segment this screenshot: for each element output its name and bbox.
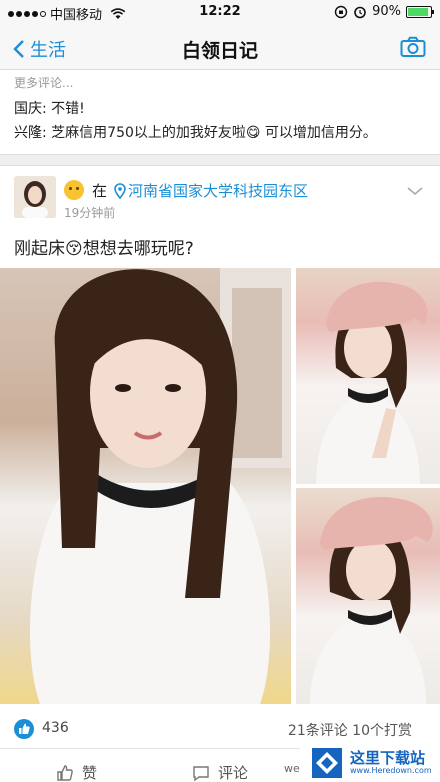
back-label: 生活	[30, 40, 66, 61]
comment-bubble-icon	[193, 765, 209, 781]
like-label: 赞	[82, 764, 98, 782]
watermark-name: 这里下载站	[350, 749, 426, 767]
rotation-lock-icon	[334, 5, 348, 18]
location-label: 河南省国家大学科技园东区	[128, 182, 309, 200]
comment-item: 兴隆: 芝麻信用750以上的加我好友啦😋 可以增加信用分。	[14, 122, 377, 142]
watermark-logo	[312, 748, 342, 778]
like-button[interactable]: 赞	[56, 762, 97, 782]
chevron-left-icon	[13, 40, 24, 58]
like-count: 436	[42, 720, 69, 736]
comment-item: 国庆: 不错!	[14, 98, 85, 118]
thumbs-up-outline-icon	[57, 764, 73, 781]
avatar[interactable]	[14, 176, 56, 218]
camera-icon[interactable]	[400, 36, 426, 58]
post-location[interactable]: 河南省国家大学科技园东区	[114, 180, 308, 201]
battery-percent: 90%	[372, 4, 401, 19]
comment-tip-stats[interactable]: 21条评论 10个打赏	[288, 720, 412, 740]
comment-text: 不错!	[46, 101, 85, 117]
chevron-down-icon[interactable]	[406, 186, 424, 196]
comment-author[interactable]: 兴隆:	[14, 125, 47, 141]
status-right: 90%	[334, 4, 434, 19]
watermark-url: www.Heredown.com	[350, 766, 432, 775]
previous-post-comments: 更多评论... 国庆: 不错! 兴隆: 芝麻信用750以上的加我好友啦😋 可以增…	[0, 70, 440, 154]
comment-button[interactable]: 评论	[192, 762, 248, 782]
thumbs-up-icon[interactable]	[14, 719, 34, 739]
watermark: 这里下载站 www.Heredown.com	[300, 744, 440, 782]
post-text: 刚起床😚想想去哪玩呢?	[14, 239, 194, 259]
status-bar: 中国移动 12:22 90%	[0, 0, 440, 26]
back-button[interactable]: 生活	[12, 36, 66, 62]
post-photo[interactable]	[0, 268, 291, 704]
comment-label: 评论	[218, 764, 249, 782]
more-comments-link[interactable]: 更多评论...	[14, 74, 73, 91]
nav-bar: 生活 白领日记	[0, 26, 440, 70]
post-photo[interactable]	[296, 488, 440, 704]
comment-text: 芝麻信用750以上的加我好友啦😋 可以增加信用分。	[46, 125, 377, 141]
mood-emoji-icon	[64, 180, 84, 200]
location-pin-icon	[114, 182, 126, 199]
post-time: 19分钟前	[64, 206, 116, 220]
at-label: 在	[92, 182, 108, 200]
post-photo[interactable]	[296, 268, 440, 484]
battery-icon	[406, 5, 434, 18]
page-title: 白领日记	[181, 40, 258, 62]
comment-author[interactable]: 国庆:	[14, 101, 47, 117]
alarm-icon	[354, 6, 366, 18]
post-separator	[0, 154, 440, 166]
